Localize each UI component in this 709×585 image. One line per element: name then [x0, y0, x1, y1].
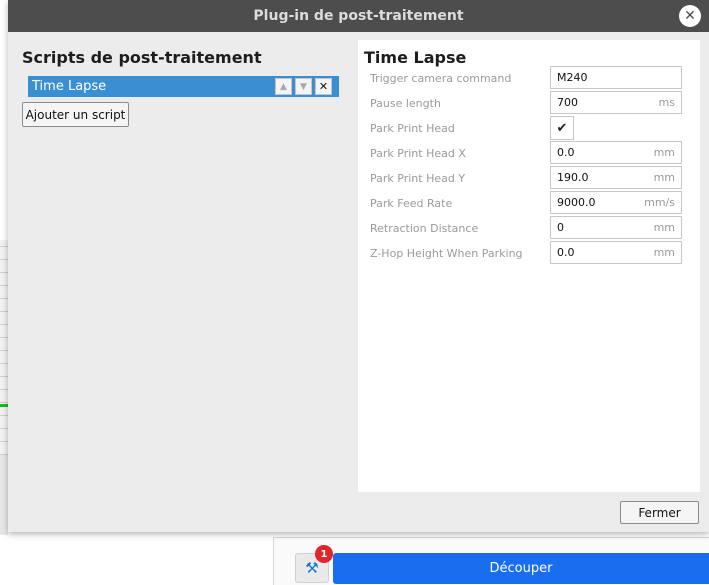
move-down-button[interactable]: ▼	[295, 78, 312, 95]
field-value: 9000.0	[557, 196, 596, 209]
dialog-close-button[interactable]: ✕	[679, 5, 701, 27]
field-value: 0	[557, 221, 564, 234]
setting-label: Park Print Head Y	[370, 172, 466, 185]
setting-label: Park Print Head X	[370, 147, 466, 160]
park-x-input[interactable]: 0.0 mm	[550, 141, 682, 164]
checkmark-icon: ✔	[556, 120, 568, 136]
z-hop-height-input[interactable]: 0.0 mm	[550, 241, 682, 264]
setting-label: Pause length	[370, 97, 441, 110]
field-unit: mm	[653, 221, 675, 234]
field-value: 0.0	[557, 146, 575, 159]
park-y-input[interactable]: 190.0 mm	[550, 166, 682, 189]
setting-label: Retraction Distance	[370, 222, 479, 235]
close-dialog-button[interactable]: Fermer	[620, 501, 699, 524]
field-value: 700	[557, 96, 578, 109]
script-settings-panel: Time Lapse Trigger camera command M240 P…	[358, 40, 700, 492]
trigger-command-input[interactable]: M240	[550, 66, 682, 89]
move-up-button[interactable]: ▲	[275, 78, 292, 95]
script-item-label: Time Lapse	[32, 79, 107, 94]
setting-label: Z-Hop Height When Parking	[370, 247, 523, 260]
remove-script-button[interactable]: ✕	[315, 78, 332, 95]
park-feed-rate-input[interactable]: 9000.0 mm/s	[550, 191, 682, 214]
close-icon: ✕	[318, 80, 329, 93]
field-value: 190.0	[557, 171, 589, 184]
build-plate-grid	[0, 240, 8, 455]
field-unit: mm/s	[644, 196, 675, 209]
field-value: M240	[557, 71, 588, 84]
field-unit: ms	[658, 96, 675, 109]
chevron-down-icon: ▼	[300, 81, 307, 92]
notification-badge: 1	[315, 545, 333, 563]
field-value: 0.0	[557, 246, 575, 259]
dialog-title: Plug-in de post-traitement	[253, 8, 464, 24]
chevron-up-icon: ▲	[280, 81, 287, 92]
setting-label: Park Feed Rate	[370, 197, 453, 210]
wrench-hammer-icon: ⚒	[305, 559, 319, 577]
add-script-button[interactable]: Ajouter un script	[22, 102, 129, 127]
settings-title: Time Lapse	[364, 48, 467, 67]
post-processing-dialog: Plug-in de post-traitement ✕ Scripts de …	[8, 0, 709, 532]
viewport-floor	[0, 455, 8, 535]
close-icon: ✕	[684, 8, 696, 24]
axis-indicator	[0, 404, 8, 407]
field-unit: mm	[653, 146, 675, 159]
setting-label: Trigger camera command	[370, 72, 512, 85]
scripts-heading: Scripts de post-traitement	[22, 48, 262, 67]
setting-label: Park Print Head	[370, 122, 455, 135]
slice-button[interactable]: Découper	[333, 553, 709, 584]
pause-length-input[interactable]: 700 ms	[550, 91, 682, 114]
field-unit: mm	[653, 246, 675, 259]
park-print-head-checkbox[interactable]: ✔	[550, 116, 574, 140]
retraction-distance-input[interactable]: 0 mm	[550, 216, 682, 239]
script-list-item[interactable]: Time Lapse ▲ ▼ ✕	[28, 76, 339, 97]
field-unit: mm	[653, 171, 675, 184]
